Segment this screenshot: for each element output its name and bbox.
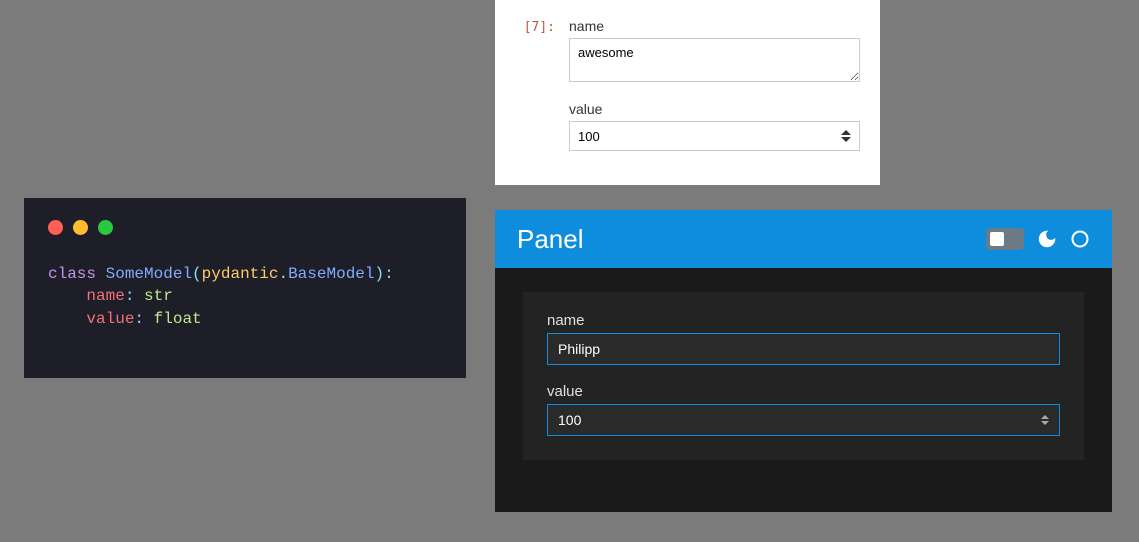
panel-body: name value <box>495 268 1112 484</box>
moon-icon[interactable] <box>1036 228 1058 250</box>
panel-app: Panel name value <box>495 210 1112 512</box>
close-icon <box>48 220 63 235</box>
base-class: BaseModel <box>288 265 374 283</box>
value-input-wrap <box>547 404 1060 436</box>
execution-count: [7]: <box>513 18 555 165</box>
name-input-wrap <box>547 333 1060 365</box>
value-input[interactable] <box>578 129 841 144</box>
value-label: value <box>547 383 1060 400</box>
circle-icon[interactable] <box>1070 229 1090 249</box>
name-field: name <box>547 312 1060 365</box>
value-field: value <box>569 101 860 151</box>
field-type: float <box>154 310 202 328</box>
jupyter-output-cell: [7]: name awesome value <box>495 0 880 185</box>
module-name: pydantic <box>202 265 279 283</box>
jupyter-body: name awesome value <box>555 18 860 165</box>
theme-toggle[interactable] <box>986 228 1024 250</box>
maximize-icon <box>98 220 113 235</box>
spinner-down-icon[interactable] <box>841 137 851 142</box>
code-block: class SomeModel(pydantic.BaseModel): nam… <box>48 263 442 330</box>
field-name: name <box>86 287 124 305</box>
name-textarea[interactable]: awesome <box>569 38 860 82</box>
minimize-icon <box>73 220 88 235</box>
code-editor: class SomeModel(pydantic.BaseModel): nam… <box>24 198 466 378</box>
spinner-buttons <box>1041 415 1049 425</box>
class-name: SomeModel <box>106 265 192 283</box>
keyword: class <box>48 265 96 283</box>
spinner-up-icon[interactable] <box>841 130 851 135</box>
spinner-up-icon[interactable] <box>1041 415 1049 419</box>
name-label: name <box>569 18 860 34</box>
panel-header: Panel <box>495 210 1112 268</box>
toggle-knob <box>990 232 1004 246</box>
name-input[interactable] <box>558 341 1049 357</box>
window-traffic-lights <box>48 220 442 235</box>
name-field: name awesome <box>569 18 860 87</box>
panel-header-controls <box>986 228 1090 250</box>
value-input-wrap <box>569 121 860 151</box>
field-type: str <box>144 287 173 305</box>
value-input[interactable] <box>558 412 1041 428</box>
panel-title: Panel <box>517 224 584 255</box>
field-name: value <box>86 310 134 328</box>
value-label: value <box>569 101 860 117</box>
panel-form: name value <box>523 292 1084 460</box>
name-label: name <box>547 312 1060 329</box>
spinner-buttons <box>841 130 851 142</box>
spinner-down-icon[interactable] <box>1041 421 1049 425</box>
value-field: value <box>547 383 1060 436</box>
